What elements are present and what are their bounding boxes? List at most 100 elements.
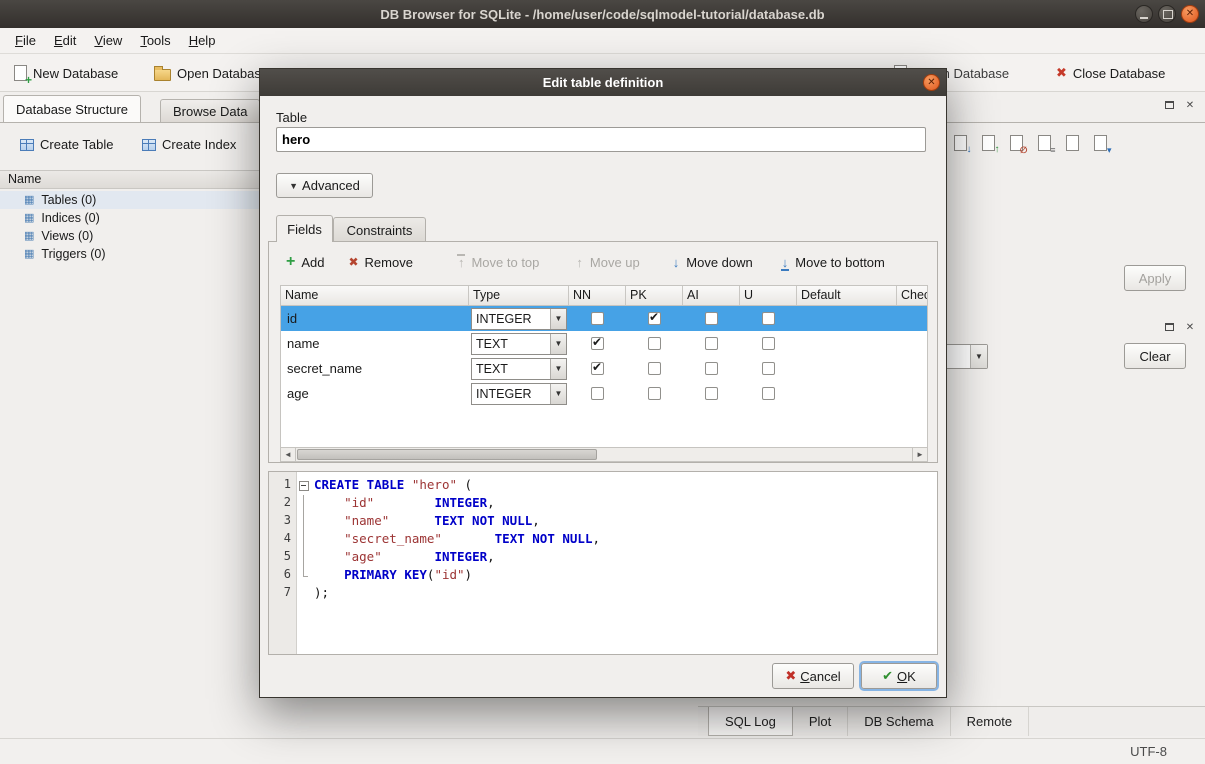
create-table-button[interactable]: Create Table [12, 133, 121, 156]
minimize-button[interactable] [1135, 5, 1153, 23]
column-header-check[interactable]: Check [897, 286, 928, 305]
u-checkbox[interactable] [762, 337, 775, 350]
table-name-input[interactable] [276, 127, 926, 152]
ai-checkbox[interactable] [705, 362, 718, 375]
default-cell[interactable] [797, 356, 897, 381]
sql-token [404, 477, 412, 492]
check-cell[interactable] [897, 356, 928, 381]
field-name-cell[interactable]: secret_name [281, 356, 469, 381]
fold-collapse-icon[interactable] [297, 477, 310, 495]
sql-code[interactable]: CREATE TABLE "hero" ( "id" INTEGER, "nam… [310, 472, 937, 654]
field-row-name[interactable]: name TEXT ▼ [281, 331, 927, 356]
open-database-button[interactable]: Open Database [148, 60, 274, 86]
line-number: 7 [269, 585, 296, 603]
nn-checkbox[interactable] [591, 337, 604, 350]
close-button[interactable]: ✕ [1181, 5, 1199, 23]
save-icon[interactable]: ▾ [1088, 131, 1112, 155]
close-database-button[interactable]: ✖ Close Database [1050, 60, 1171, 86]
remove-button[interactable]: ✖Remove [348, 255, 412, 270]
column-header-type[interactable]: Type [469, 286, 569, 305]
column-header-default[interactable]: Default [797, 286, 897, 305]
field-name-cell[interactable]: age [281, 381, 469, 406]
horizontal-scrollbar[interactable]: ◄ ► [280, 447, 928, 462]
field-name-cell[interactable]: id [281, 306, 469, 331]
export-icon[interactable]: ↑ [976, 131, 1000, 155]
bottom-tab-sql-log[interactable]: SQL Log [708, 707, 793, 736]
dialog-titlebar[interactable]: Edit table definition ✕ [260, 69, 946, 96]
bottom-tab-plot[interactable]: Plot [793, 707, 848, 736]
default-cell[interactable] [797, 381, 897, 406]
menu-tools[interactable]: Tools [131, 30, 179, 51]
set-null-icon[interactable]: ∅ [1004, 131, 1028, 155]
new-database-button[interactable]: + New Database [8, 60, 124, 86]
field-row-id[interactable]: idINTEGER▼ [281, 306, 927, 331]
column-header-u[interactable]: U [740, 286, 797, 305]
pk-checkbox[interactable] [648, 362, 661, 375]
default-cell[interactable] [797, 306, 897, 331]
tab-database-structure[interactable]: Database Structure [3, 95, 141, 122]
pk-checkbox[interactable] [648, 337, 661, 350]
code-fold-column[interactable] [297, 472, 310, 654]
check-cell[interactable] [897, 331, 928, 356]
move-to-bottom-button[interactable]: ↓Move to bottom [781, 255, 885, 270]
cancel-button[interactable]: ✖ Cancel [772, 663, 854, 689]
import-icon[interactable]: ↓ [948, 131, 972, 155]
grid-body: idINTEGER▼nameTEXT▼secret_nameTEXT▼ageIN… [281, 306, 927, 406]
column-header-nn[interactable]: NN [569, 286, 626, 305]
ok-button[interactable]: ✔ OK [861, 663, 937, 689]
scrollbar-thumb[interactable] [297, 449, 597, 460]
bottom-tab-remote[interactable]: Remote [951, 707, 1030, 736]
type-combobox[interactable]: INTEGER▼ [471, 383, 567, 405]
field-name-cell[interactable]: name [281, 331, 469, 356]
menu-help[interactable]: Help [180, 30, 225, 51]
advanced-toggle-button[interactable]: ▼ Advanced [276, 173, 373, 198]
copy-icon[interactable] [1060, 131, 1084, 155]
column-header-pk[interactable]: PK [626, 286, 683, 305]
menu-edit[interactable]: Edit [45, 30, 85, 51]
nn-checkbox[interactable] [591, 312, 604, 325]
tab-label: Browse Data [173, 104, 247, 119]
tab-constraints[interactable]: Constraints [333, 217, 426, 242]
check-cell[interactable] [897, 306, 928, 331]
print-icon[interactable]: ≡ [1032, 131, 1056, 155]
scroll-left-icon[interactable]: ◄ [281, 448, 296, 461]
chevron-down-icon: ▼ [550, 334, 566, 354]
type-combobox[interactable]: INTEGER▼ [471, 308, 567, 330]
maximize-button[interactable] [1158, 5, 1176, 23]
dock-float-icon[interactable] [1162, 320, 1176, 334]
type-value: TEXT [476, 337, 508, 351]
tab-fields[interactable]: Fields [276, 215, 333, 242]
window-titlebar[interactable]: DB Browser for SQLite - /home/user/code/… [0, 0, 1205, 28]
clear-button[interactable]: Clear [1124, 343, 1186, 369]
menu-view[interactable]: View [85, 30, 131, 51]
type-combobox[interactable]: TEXT▼ [471, 358, 567, 380]
column-header-name[interactable]: Name [281, 286, 469, 305]
u-checkbox[interactable] [762, 387, 775, 400]
column-header-ai[interactable]: AI [683, 286, 740, 305]
nn-checkbox[interactable] [591, 362, 604, 375]
ai-checkbox[interactable] [705, 387, 718, 400]
default-cell[interactable] [797, 331, 897, 356]
ai-checkbox[interactable] [705, 337, 718, 350]
pk-checkbox[interactable] [648, 312, 661, 325]
u-checkbox[interactable] [762, 312, 775, 325]
dock-close-icon[interactable]: ✕ [1183, 98, 1197, 112]
add-button[interactable]: +Add [286, 255, 324, 270]
bottom-tab-db-schema[interactable]: DB Schema [848, 707, 950, 736]
scroll-right-icon[interactable]: ► [912, 448, 927, 461]
tab-browse-data[interactable]: Browse Data [160, 99, 260, 122]
dock-float-icon[interactable] [1162, 98, 1176, 112]
field-row-age[interactable]: ageINTEGER▼ [281, 381, 927, 406]
menu-file[interactable]: File [6, 30, 45, 51]
dialog-close-button[interactable]: ✕ [923, 74, 940, 91]
u-checkbox[interactable] [762, 362, 775, 375]
check-cell[interactable] [897, 381, 928, 406]
create-index-button[interactable]: Create Index [134, 133, 244, 156]
move-down-button[interactable]: ↓Move down [672, 255, 753, 270]
dock-close-icon[interactable]: ✕ [1183, 320, 1197, 334]
pk-checkbox[interactable] [648, 387, 661, 400]
field-row-secret_name[interactable]: secret_nameTEXT▼ [281, 356, 927, 381]
type-combobox[interactable]: TEXT ▼ [471, 333, 567, 355]
ai-checkbox[interactable] [705, 312, 718, 325]
nn-checkbox[interactable] [591, 387, 604, 400]
